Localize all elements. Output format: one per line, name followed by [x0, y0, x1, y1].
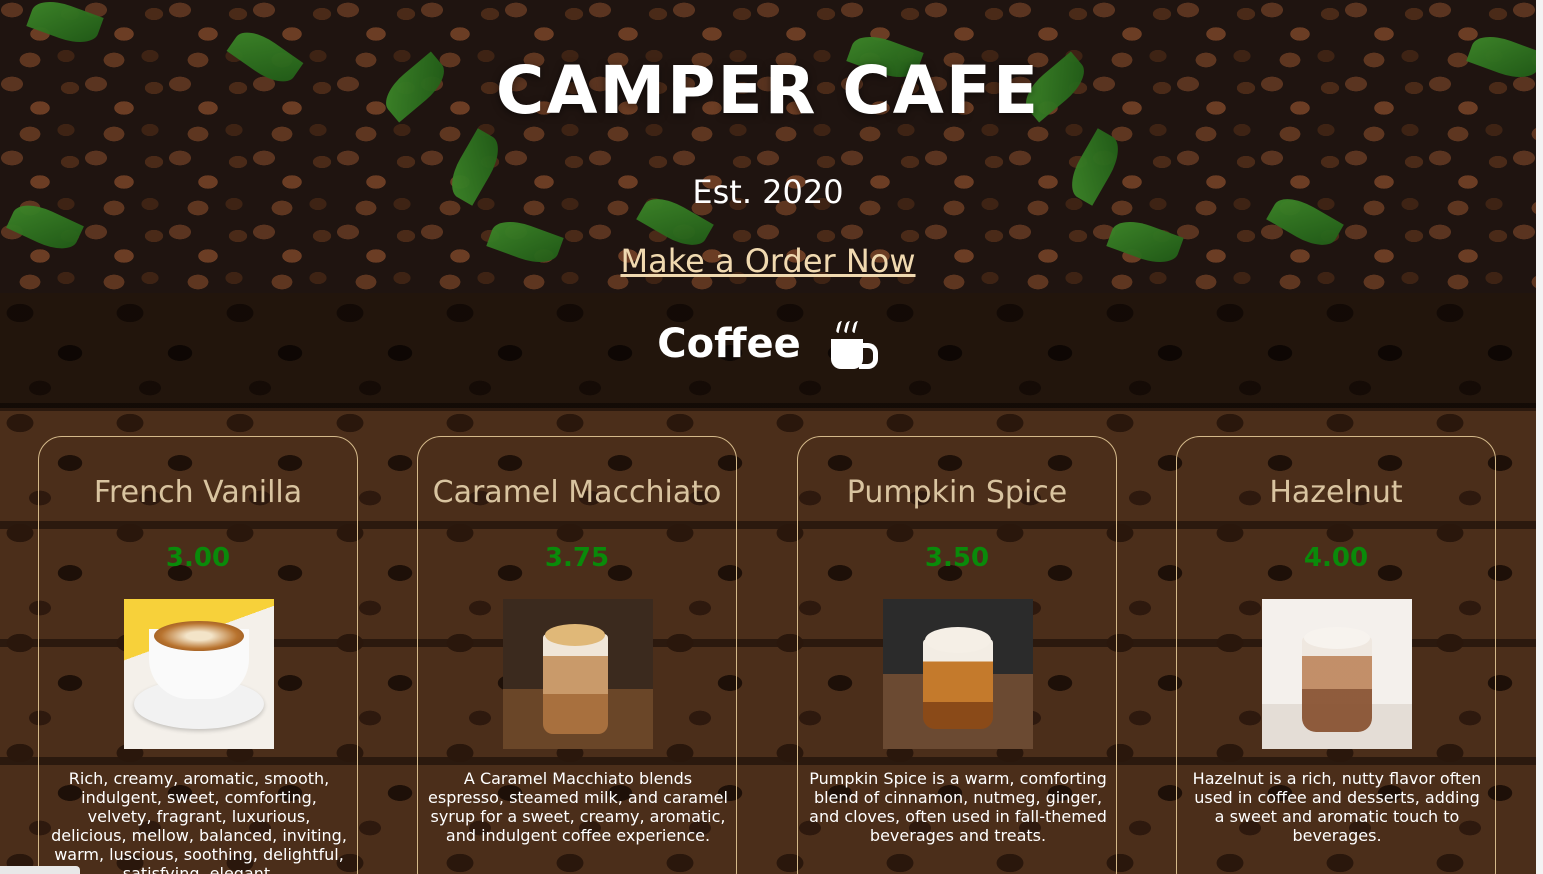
- item-name: Hazelnut: [1269, 475, 1403, 510]
- item-description: Pumpkin Spice is a warm, comforting blen…: [809, 769, 1107, 845]
- menu-section: Coffee French Vanilla 3.00 Rich, creamy,…: [0, 293, 1536, 874]
- item-description: Rich, creamy, aromatic, smooth, indulgen…: [51, 769, 347, 874]
- section-title: Coffee: [657, 321, 801, 367]
- item-price: 3.50: [924, 543, 990, 573]
- coffee-cup-icon: [829, 321, 879, 371]
- order-now-link[interactable]: Make a Order Now: [620, 242, 915, 280]
- item-price: 3.00: [165, 543, 231, 573]
- item-description: A Caramel Macchiato blends espresso, ste…: [428, 769, 728, 845]
- item-name: Pumpkin Spice: [846, 475, 1068, 510]
- menu-item-card: French Vanilla 3.00 Rich, creamy, aromat…: [38, 436, 358, 874]
- menu-item-card: Caramel Macchiato 3.75 A Caramel Macchia…: [417, 436, 737, 874]
- item-description: Hazelnut is a rich, nutty flavor often u…: [1192, 769, 1482, 845]
- french-vanilla-image: [124, 599, 274, 749]
- item-name: French Vanilla: [93, 475, 303, 510]
- item-name: Caramel Macchiato: [432, 475, 722, 510]
- hero-banner: CAMPER CAFE Est. 2020 Make a Order Now: [0, 0, 1536, 293]
- status-indicator: [0, 866, 80, 874]
- leaf-decoration: [26, 0, 104, 50]
- established-text: Est. 2020: [692, 173, 844, 211]
- page-scroll-edge: [1536, 0, 1543, 874]
- section-heading: Coffee: [0, 321, 1536, 371]
- item-price: 4.00: [1303, 543, 1369, 573]
- menu-item-card: Hazelnut 4.00 Hazelnut is a rich, nutty …: [1176, 436, 1496, 874]
- item-price: 3.75: [544, 543, 610, 573]
- hazelnut-image: [1262, 599, 1412, 749]
- order-link-container: Make a Order Now: [0, 242, 1536, 280]
- cafe-title: CAMPER CAFE: [495, 52, 1041, 129]
- menu-item-card: Pumpkin Spice 3.50 Pumpkin Spice is a wa…: [797, 436, 1117, 874]
- caramel-macchiato-image: [503, 599, 653, 749]
- pumpkin-spice-image: [883, 599, 1033, 749]
